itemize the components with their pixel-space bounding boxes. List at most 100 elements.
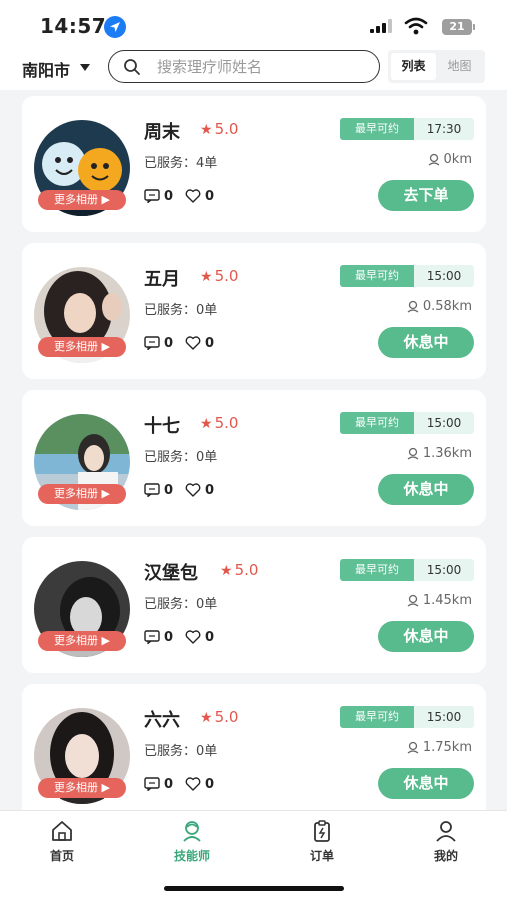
heart-icon[interactable] <box>185 189 201 203</box>
tab-profile-label: 我的 <box>433 849 458 863</box>
heart-icon[interactable] <box>185 630 201 644</box>
distance-value: 0.58km <box>422 299 472 314</box>
more-album-button[interactable]: 更多相册 ▶ <box>38 631 126 651</box>
more-album-button[interactable]: 更多相册 ▶ <box>38 337 126 357</box>
distance-value: 1.75km <box>422 740 472 755</box>
tab-orders[interactable]: 订单 <box>287 819 357 864</box>
served-label: 已服务： <box>144 744 197 759</box>
like-count: 0 <box>205 188 215 204</box>
city-selector[interactable]: 南阳市 <box>22 57 70 81</box>
distance: 1.45km <box>406 593 472 608</box>
view-toggle: 列表 地图 <box>388 50 485 83</box>
earliest-time: 15:00 <box>414 559 474 581</box>
served-value: 0单 <box>196 744 218 759</box>
engagement-row: 0 0 <box>144 627 226 647</box>
engagement-row: 0 0 <box>144 480 226 500</box>
tab-home[interactable]: 首页 <box>27 819 97 864</box>
served-count: 已服务：0单 <box>144 446 217 465</box>
rating: ★ 5.0 <box>220 561 258 579</box>
search-input[interactable] <box>157 56 367 78</box>
earliest-available-badge: 最早可约 15:00 <box>340 706 474 728</box>
map-view-tab[interactable]: 地图 <box>437 53 482 80</box>
tab-therapist[interactable]: 技能师 <box>157 819 227 864</box>
location-pin-icon <box>428 153 439 166</box>
location-pin-icon <box>407 594 419 607</box>
earliest-label: 最早可约 <box>340 265 414 287</box>
tab-profile[interactable]: 我的 <box>411 819 481 864</box>
more-album-button[interactable]: 更多相册 ▶ <box>38 778 126 798</box>
therapist-card[interactable]: 更多相册 ▶ 汉堡包 ★ 5.0 已服务：0单 0 0 最早可约 15:00 1.… <box>22 537 486 673</box>
distance-value: 1.45km <box>422 593 472 608</box>
location-pin-icon <box>407 447 419 460</box>
therapist-name: 汉堡包 <box>144 563 198 584</box>
list-view-tab[interactable]: 列表 <box>391 53 436 80</box>
therapist-card[interactable]: 更多相册 ▶ 五月 ★ 5.0 已服务：0单 0 0 最早可约 15:00 0.5… <box>22 243 486 379</box>
like-count: 0 <box>205 335 215 351</box>
more-album-label: 更多相册 <box>54 487 99 500</box>
rating: ★ 5.0 <box>200 414 238 432</box>
location-pin-icon <box>407 741 419 754</box>
comment-icon[interactable] <box>144 189 160 203</box>
distance-value: 0km <box>443 152 472 167</box>
distance-value: 1.36km <box>422 446 472 461</box>
rating-value: 5.0 <box>234 561 259 579</box>
location-arrow-icon <box>104 16 126 38</box>
place-order-button[interactable]: 去下单 <box>378 180 474 211</box>
heart-icon[interactable] <box>185 777 201 791</box>
comment-icon[interactable] <box>144 777 160 791</box>
more-album-button[interactable]: 更多相册 ▶ <box>38 190 126 210</box>
location-pin-icon <box>407 300 419 313</box>
engagement-row: 0 0 <box>144 186 226 206</box>
resting-button[interactable]: 休息中 <box>378 327 474 358</box>
comment-icon[interactable] <box>144 336 160 350</box>
therapist-card[interactable]: 更多相册 ▶ 周末 ★ 5.0 已服务：4单 0 0 最早可约 17:30 0km… <box>22 96 486 232</box>
tab-therapist-label: 技能师 <box>173 849 210 863</box>
star-icon: ★ <box>200 710 213 726</box>
like-count: 0 <box>205 629 215 645</box>
earliest-label: 最早可约 <box>340 118 414 140</box>
battery-icon: 21 <box>442 19 475 35</box>
served-count: 已服务：0单 <box>144 593 217 612</box>
home-indicator <box>164 886 344 891</box>
earliest-label: 最早可约 <box>340 412 414 434</box>
comment-icon[interactable] <box>144 483 160 497</box>
comment-count: 0 <box>164 629 174 645</box>
caret-down-icon[interactable] <box>80 64 90 71</box>
order-icon <box>314 820 330 842</box>
therapist-list: 更多相册 ▶ 周末 ★ 5.0 已服务：4单 0 0 最早可约 17:30 0km… <box>0 90 507 810</box>
served-label: 已服务： <box>144 450 197 465</box>
comment-count: 0 <box>164 482 174 498</box>
comment-icon[interactable] <box>144 630 160 644</box>
therapist-name: 十七 <box>144 416 180 437</box>
resting-button[interactable]: 休息中 <box>378 474 474 505</box>
rating-value: 5.0 <box>214 414 239 432</box>
earliest-time: 17:30 <box>414 118 474 140</box>
served-value: 0单 <box>196 303 218 318</box>
top-bar: 南阳市 列表 地图 <box>0 48 507 90</box>
served-value: 4单 <box>196 156 218 171</box>
more-album-button[interactable]: 更多相册 ▶ <box>38 484 126 504</box>
served-value: 0单 <box>196 597 218 612</box>
status-bar: 14:57 21 <box>0 0 507 48</box>
therapist-card[interactable]: 更多相册 ▶ 六六 ★ 5.0 已服务：0单 0 0 最早可约 15:00 1.7… <box>22 684 486 810</box>
served-label: 已服务： <box>144 156 197 171</box>
heart-icon[interactable] <box>185 483 201 497</box>
cellular-signal-icon <box>370 19 392 33</box>
served-value: 0单 <box>196 450 218 465</box>
profile-icon <box>436 821 456 842</box>
earliest-available-badge: 最早可约 17:30 <box>340 118 474 140</box>
therapist-card[interactable]: 更多相册 ▶ 十七 ★ 5.0 已服务：0单 0 0 最早可约 15:00 1.3… <box>22 390 486 526</box>
served-label: 已服务： <box>144 597 197 612</box>
resting-button[interactable]: 休息中 <box>378 768 474 799</box>
wifi-icon <box>404 17 428 35</box>
earliest-available-badge: 最早可约 15:00 <box>340 412 474 434</box>
comment-count: 0 <box>164 188 174 204</box>
resting-button[interactable]: 休息中 <box>378 621 474 652</box>
star-icon: ★ <box>200 269 213 285</box>
comment-count: 0 <box>164 335 174 351</box>
more-album-label: 更多相册 <box>54 781 99 794</box>
therapist-name: 六六 <box>144 710 180 731</box>
search-box[interactable] <box>108 50 380 83</box>
heart-icon[interactable] <box>185 336 201 350</box>
star-icon: ★ <box>200 416 213 432</box>
